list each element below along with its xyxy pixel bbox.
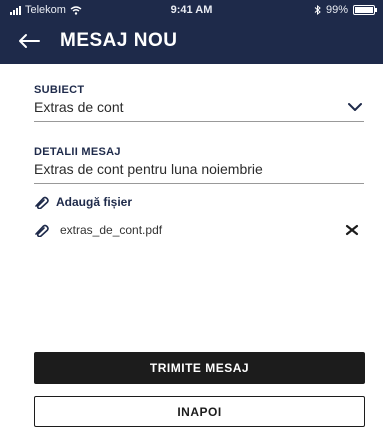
add-file-button[interactable]: Adaugă fișier — [34, 195, 132, 209]
status-right: 99% — [314, 4, 377, 16]
paperclip-icon — [35, 224, 49, 237]
message-form: SUBIECT Extras de cont DETALII MESAJ Ext… — [34, 84, 364, 184]
paperclip-icon — [35, 196, 49, 209]
back-button[interactable]: INAPOI — [34, 396, 365, 427]
battery-percent: 99% — [325, 4, 348, 16]
subject-label: SUBIECT — [34, 84, 85, 96]
status-bar: Telekom 9:41 AM 99% — [0, 0, 383, 20]
add-file-label: Adaugă fișier — [56, 195, 133, 209]
send-message-button[interactable]: TRIMITE MESAJ — [34, 352, 365, 384]
page-title: MESAJ NOU — [60, 30, 178, 51]
details-input[interactable]: Extras de cont pentru luna noiembrie — [34, 158, 364, 184]
attachment-item: extras_de_cont.pdf — [34, 220, 364, 240]
battery-icon — [353, 5, 377, 15]
details-value: Extras de cont pentru luna noiembrie — [34, 161, 263, 177]
back-arrow-icon[interactable] — [14, 26, 44, 56]
details-label: DETALII MESAJ — [34, 146, 121, 158]
subject-select[interactable]: Extras de cont — [34, 96, 364, 122]
battery-fill — [355, 7, 373, 13]
chevron-down-icon — [348, 103, 362, 111]
bluetooth-icon — [314, 5, 321, 15]
attachment-name: extras_de_cont.pdf — [60, 223, 163, 237]
subject-value: Extras de cont — [34, 99, 124, 115]
close-icon[interactable] — [344, 222, 360, 238]
app-header: Telekom 9:41 AM 99% MESAJ NOU — [0, 0, 383, 64]
